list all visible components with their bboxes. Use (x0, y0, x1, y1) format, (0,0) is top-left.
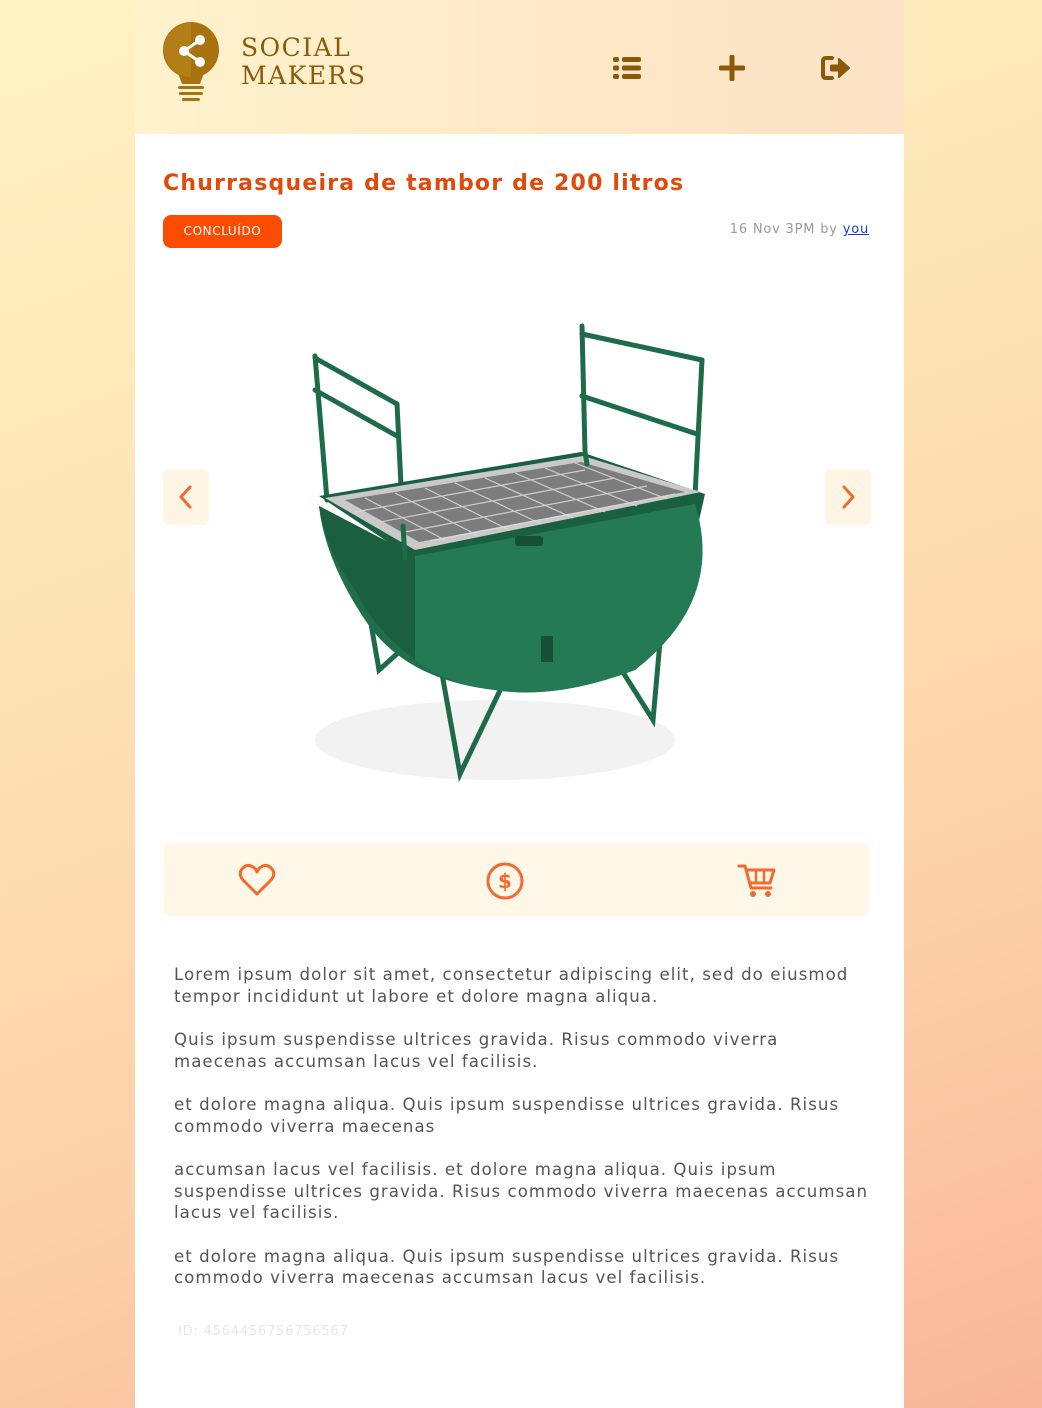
action-bar: $ (163, 842, 870, 916)
logout-icon[interactable] (819, 52, 851, 84)
description-paragraph: Lorem ipsum dolor sit amet, consectetur … (174, 965, 849, 1006)
post-page: SOCIAL MAKERS Churrasqueira de tambor de… (135, 0, 904, 1408)
by-label: by (820, 222, 838, 237)
status-badge: CONCLUÍDO (163, 215, 282, 248)
post-title: Churrasqueira de tambor de 200 litros (163, 171, 685, 196)
chevron-left-icon (179, 485, 192, 509)
dollar-coin-icon[interactable]: $ (485, 860, 525, 900)
description-paragraph: accumsan lacus vel facilisis. et dolore … (174, 1160, 869, 1222)
heart-icon[interactable] (237, 860, 277, 900)
carousel-next-button[interactable] (825, 469, 871, 525)
lightbulb-share-icon[interactable] (162, 22, 222, 102)
svg-text:$: $ (498, 869, 512, 893)
list-icon[interactable] (611, 52, 643, 84)
author-link[interactable]: you (843, 222, 869, 237)
post-meta: 16 Nov 3PM by you (730, 222, 869, 237)
carousel-prev-button[interactable] (163, 469, 209, 525)
description-paragraph: Quis ipsum suspendisse ultrices gravida.… (174, 1030, 779, 1071)
chevron-right-icon (842, 485, 855, 509)
description-paragraph: et dolore magna aliqua. Quis ipsum suspe… (174, 1095, 840, 1136)
cart-icon[interactable] (737, 860, 777, 900)
description-paragraph: et dolore magna aliqua. Quis ipsum suspe… (174, 1246, 840, 1288)
post-id: ID: 4564456756756567 (178, 1324, 349, 1339)
post-description: Lorem ipsum dolor sit amet, consectetur … (174, 964, 874, 1311)
plus-icon[interactable] (716, 52, 748, 84)
post-date: 16 Nov 3PM (729, 222, 816, 237)
product-image (255, 300, 735, 800)
brand-line-2: MAKERS (241, 61, 367, 90)
app-header: SOCIAL MAKERS (135, 0, 904, 134)
brand-line-1: SOCIAL (241, 33, 352, 62)
brand-name: SOCIAL MAKERS (241, 34, 367, 90)
